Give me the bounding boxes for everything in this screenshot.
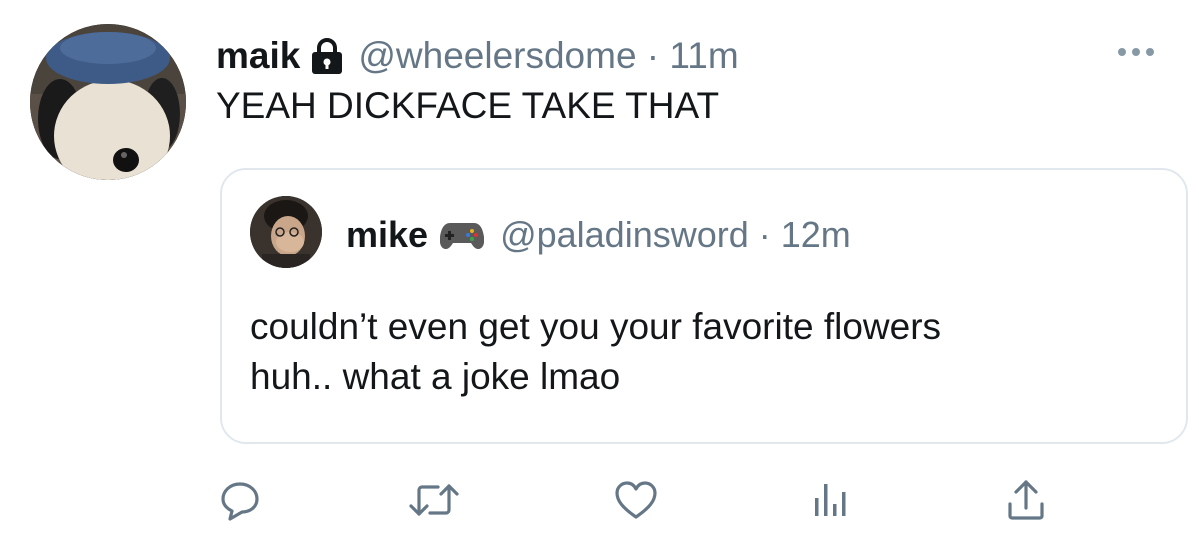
quoted-text-line: huh.. what a joke lmao bbox=[250, 356, 621, 397]
analytics-button[interactable] bbox=[800, 470, 860, 530]
quoted-author-handle-time[interactable]: @paladinsword · 12m bbox=[500, 214, 851, 256]
reply-icon bbox=[221, 482, 259, 521]
lock-icon bbox=[310, 37, 344, 75]
more-icon[interactable] bbox=[1112, 40, 1160, 64]
game-controller-icon bbox=[440, 219, 485, 251]
reply-button[interactable] bbox=[210, 470, 270, 530]
tweet-header: maik @wheelersdome · 11m bbox=[216, 30, 739, 82]
author-handle-time[interactable]: @wheelersdome · 11m bbox=[358, 35, 738, 77]
avatar[interactable] bbox=[30, 24, 186, 180]
quoted-tweet-header: mike @paladinsword · 12m bbox=[346, 210, 851, 260]
action-bar bbox=[0, 470, 1199, 530]
share-icon bbox=[1008, 480, 1044, 520]
quoted-tweet-card[interactable]: mike @paladinsword · 12m couldn’t even g… bbox=[220, 168, 1188, 444]
like-button[interactable] bbox=[606, 470, 666, 530]
quoted-author-name[interactable]: mike bbox=[346, 214, 428, 256]
tweet-text: YEAH DICKFACE TAKE THAT bbox=[216, 85, 720, 126]
quoted-tweet-text: couldn’t even get you your favorite flow… bbox=[250, 302, 1170, 402]
share-button[interactable] bbox=[996, 470, 1056, 530]
heart-icon bbox=[615, 481, 657, 519]
quoted-avatar-image bbox=[250, 196, 322, 268]
analytics-icon bbox=[815, 484, 846, 516]
retweet-button[interactable] bbox=[404, 470, 464, 530]
quoted-avatar[interactable] bbox=[250, 196, 322, 268]
quoted-text-line: couldn’t even get you your favorite flow… bbox=[250, 306, 942, 347]
author-name[interactable]: maik bbox=[216, 35, 300, 77]
avatar-image bbox=[30, 24, 186, 180]
retweet-icon bbox=[409, 484, 459, 516]
